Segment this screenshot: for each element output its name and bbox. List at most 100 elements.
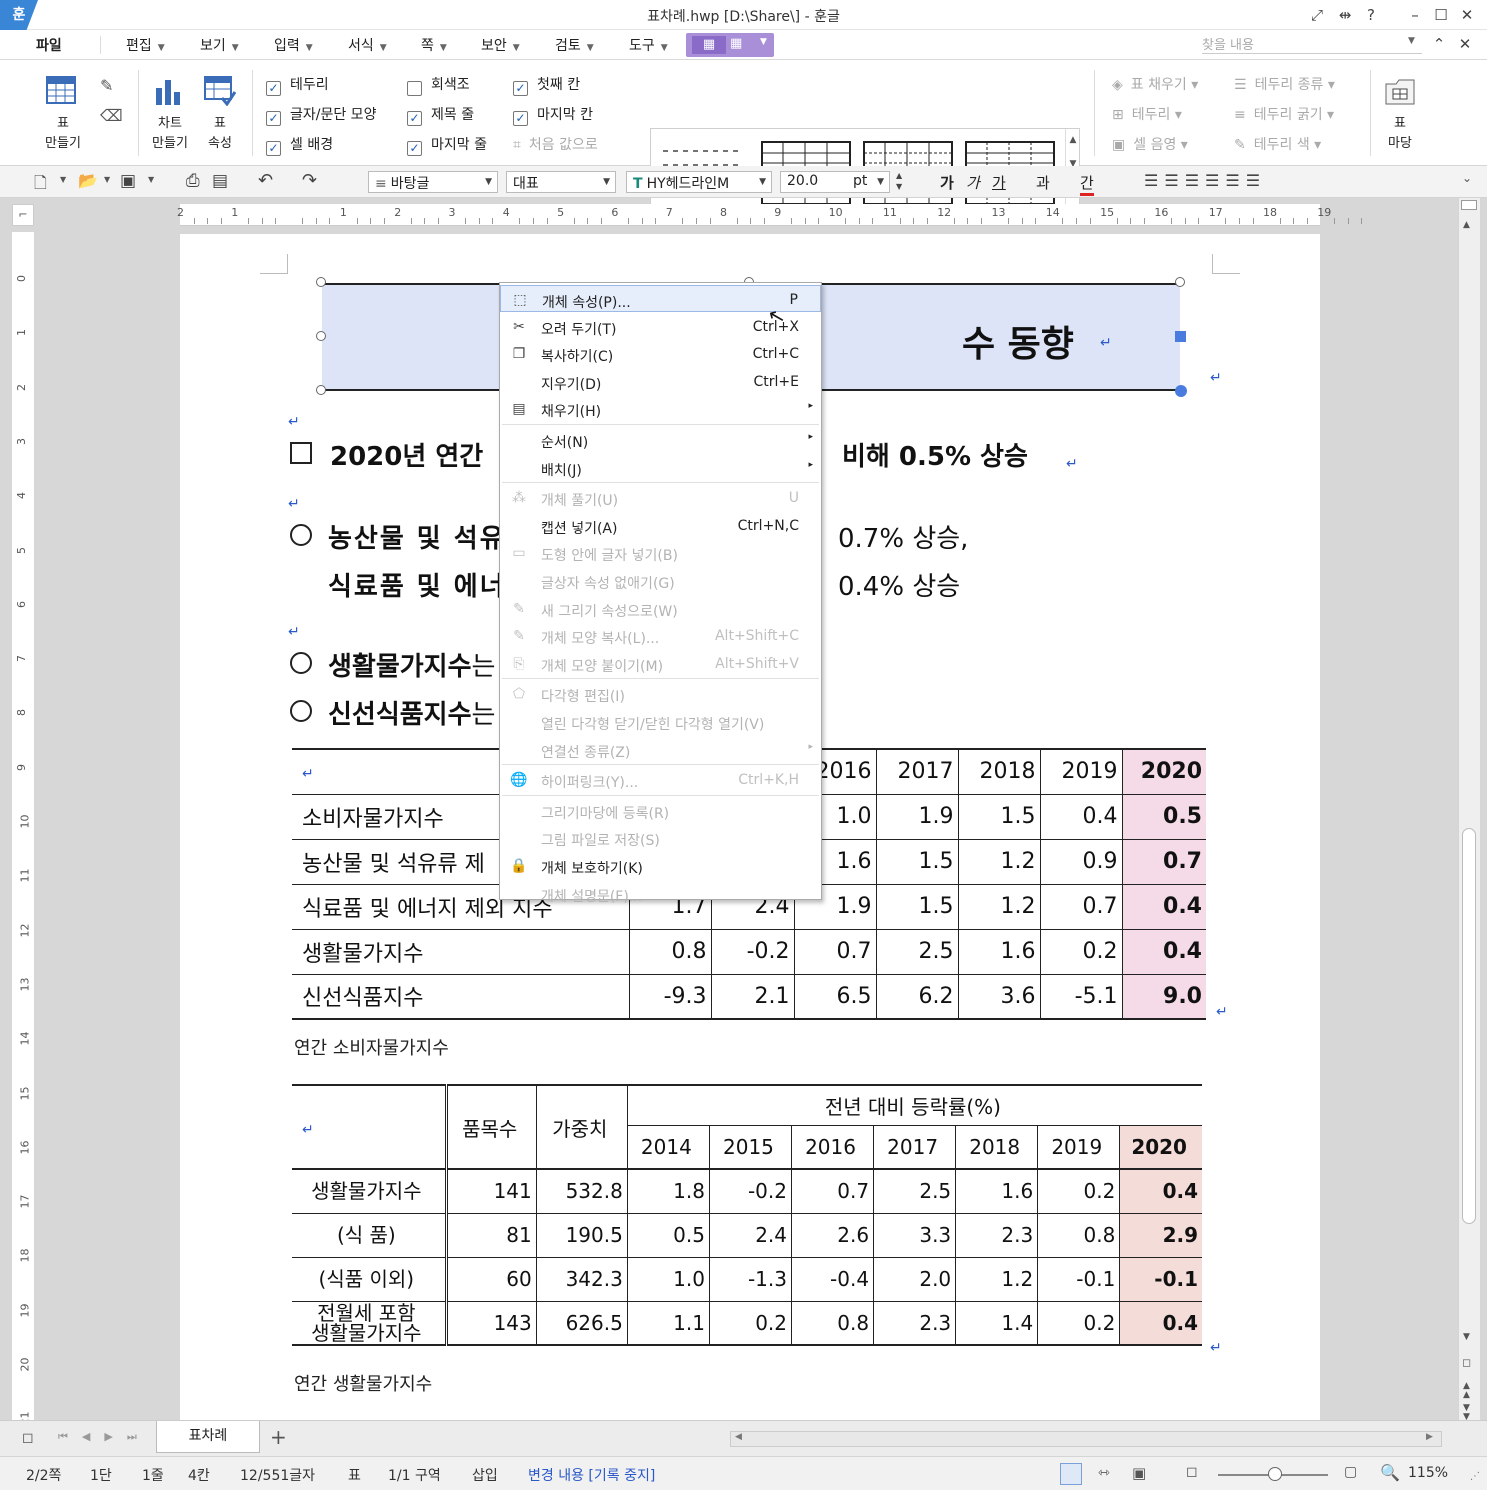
resize-handle[interactable] (316, 277, 326, 287)
menu-file[interactable]: 파일 (36, 35, 62, 55)
toolbar-expand-icon[interactable]: ⌄ (1462, 171, 1472, 185)
menu-security[interactable]: 보안 ▼ (481, 35, 520, 55)
check-last-row[interactable]: ✓ 마지막 줄 (407, 134, 487, 156)
minimize-icon[interactable]: – (1404, 4, 1426, 26)
print-icon[interactable]: ⎙ (186, 171, 200, 191)
chevron-down-icon[interactable]: ▼ (104, 175, 110, 184)
fullscreen-icon[interactable]: ⤢ (1306, 4, 1328, 26)
scroll-down-icon[interactable]: ▼ (1463, 1332, 1470, 1342)
scroll-right-icon[interactable]: ▶ (1426, 1432, 1433, 1442)
resize-handle[interactable] (1175, 277, 1185, 287)
resize-handle[interactable] (1175, 385, 1187, 397)
maximize-icon[interactable]: ☐ (1430, 4, 1452, 26)
check-char-para[interactable]: ✓ 글자/문단 모양 (266, 104, 376, 126)
strike-icon[interactable]: 과 (1036, 172, 1050, 193)
undo-icon[interactable]: ↶ (258, 170, 273, 191)
status-track-changes[interactable]: 변경 내용 [기록 중지] (528, 1465, 655, 1485)
zoom-slider-thumb[interactable] (1268, 1467, 1282, 1481)
scroll-up-icon[interactable]: ▲ (1463, 220, 1470, 230)
fill-table-button[interactable]: ◈ 표 채우기 ▾ (1112, 74, 1198, 94)
check-header-row[interactable]: ✓ 제목 줄 (407, 104, 474, 126)
horizontal-ruler[interactable]: 2 1 1 2 3 4 5 6 7 8 9 10 11 12 13 14 15 16 17 18 19 (177, 204, 1363, 226)
redo-icon[interactable]: ↷ (302, 170, 317, 191)
erase-table-icon[interactable]: ⌫ (100, 106, 123, 125)
tab-nav-icons[interactable]: ⏮◀▶⏭ (58, 1430, 151, 1444)
align-icons[interactable]: ☰☰☰☰☰☰ (1144, 171, 1266, 190)
ribbon-collapse-icon[interactable]: ⌃ (1428, 33, 1450, 55)
check-first-col[interactable]: ✓ 첫째 칸 (513, 74, 580, 96)
scroll-thumb[interactable] (1462, 828, 1476, 1224)
table-design-icon[interactable]: ▦ (692, 36, 726, 54)
language-select[interactable]: 대표 ▼ (506, 171, 616, 193)
check-grayscale[interactable]: ✓회색조 (407, 74, 470, 96)
font-size-input[interactable]: 20.0 pt ▼ (780, 171, 890, 193)
font-color-icon[interactable]: 간 (1080, 172, 1094, 196)
status-zoom[interactable]: 115% (1408, 1465, 1448, 1481)
context-menu-item[interactable]: ❐ 복사하기(C) Ctrl+C (500, 340, 821, 367)
vertical-ruler[interactable]: 0 1 2 3 4 5 6 7 8 9 10 11 12 13 14 15 16 17 18 19 20 21 (12, 232, 34, 1426)
table-row[interactable]: 전월세 포함 생활물가지수 143 626.5 1.1 0.2 0.8 2.3 1.4 0.2 0… (292, 1301, 1202, 1346)
view-fit-icon[interactable]: ⇿ (1098, 1465, 1110, 1481)
living-cpi-table[interactable]: ↵ 품목수 가중치 전년 대비 등락률(%) 2014 2015 2016 2017 2… (292, 1084, 1202, 1346)
check-cell-bg[interactable]: ✓ 셀 배경 (266, 134, 333, 156)
new-doc-icon[interactable]: 🗋 (34, 172, 47, 199)
style-select[interactable]: ≡ 바탕글 ▼ (368, 171, 498, 193)
table-layout-icon[interactable]: ▦ (730, 36, 742, 51)
close-icon[interactable]: ✕ (1456, 4, 1478, 26)
view-page-icon[interactable]: ▣ (1132, 1464, 1146, 1482)
resize-handle[interactable] (316, 331, 326, 341)
scroll-left-icon[interactable]: ◀ (735, 1432, 742, 1442)
zoom-in-icon[interactable]: ▢ (1344, 1464, 1357, 1480)
check-last-col[interactable]: ✓ 마지막 칸 (513, 104, 593, 126)
zoom-out-icon[interactable]: ◻ (1186, 1464, 1198, 1480)
menu-view[interactable]: 보기 ▼ (200, 35, 239, 55)
reset-style-button[interactable]: ⌗ 처음 값으로 (513, 134, 598, 154)
bold-icon[interactable]: 가 (940, 172, 954, 193)
save-icon[interactable]: ▣ (120, 171, 136, 191)
context-menu-item[interactable]: 지우기(D) Ctrl+E (500, 368, 821, 395)
chevron-down-icon[interactable]: ▼ (760, 37, 767, 47)
view-normal-icon[interactable] (1060, 1463, 1082, 1485)
underline-icon[interactable]: 가 (992, 172, 1006, 193)
menu-format[interactable]: 서식 ▼ (348, 35, 387, 55)
context-menu-item[interactable]: 🔒 개체 보호하기(K) (500, 852, 821, 879)
menu-review[interactable]: 검토 ▼ (555, 35, 594, 55)
close-doc-icon[interactable]: ✕ (1454, 33, 1476, 55)
help-icon[interactable]: ? (1360, 4, 1382, 26)
border-color-button[interactable]: ✎ 테두리 색 ▾ (1234, 134, 1321, 154)
chevron-down-icon[interactable]: ▼ (148, 175, 154, 184)
open-folder-icon[interactable]: 📂 (78, 171, 98, 190)
context-menu-item[interactable]: 순서(N) ▸ (500, 426, 821, 453)
page-view-icon[interactable]: ◻ (22, 1430, 34, 1446)
find-input[interactable]: 찾을 내용 (1202, 34, 1422, 54)
border-type-button[interactable]: ☰ 테두리 종류 ▾ (1234, 74, 1335, 94)
make-chart-button[interactable]: 차트 만들기 (144, 114, 196, 154)
context-menu[interactable]: ⬚ 개체 속성(P)... P ✂ 오려 두기(T) Ctrl+X ❐ 복사하기(C) Ctrl… (499, 282, 822, 905)
border-width-button[interactable]: ≡ 테두리 굵기 ▾ (1234, 104, 1334, 124)
magnifier-icon[interactable]: 🔍 (1380, 1463, 1400, 1482)
add-tab-icon[interactable]: + (270, 1425, 287, 1449)
make-table-button[interactable]: 표 만들기 (36, 114, 90, 154)
font-select[interactable]: T HY헤드라인M ▼ (626, 171, 772, 193)
horizontal-scrollbar[interactable]: ◀ ▶ (730, 1431, 1442, 1447)
menu-edit[interactable]: 편집 ▼ (126, 35, 165, 55)
page-icon[interactable]: ◻ (1462, 1356, 1471, 1369)
table-madang-button[interactable]: 표 마당 (1378, 114, 1422, 154)
status-page[interactable]: 2/2쪽 (26, 1465, 61, 1485)
ruler-corner[interactable]: ⌐ (12, 204, 34, 226)
resize-handle[interactable] (316, 385, 326, 395)
resize-icon[interactable]: ⇹ (1334, 4, 1356, 26)
border-button[interactable]: ⊞ 테두리 ▾ (1112, 104, 1182, 124)
preview-icon[interactable]: ▤ (212, 171, 228, 191)
vertical-scrollbar[interactable]: ▲ ▼ ◻ ▲ ▲ ▼ ▼ (1458, 198, 1480, 1422)
italic-icon[interactable]: 가 (966, 172, 980, 193)
resize-handle[interactable] (1175, 331, 1186, 342)
check-border[interactable]: ✓ 테두리 (266, 74, 329, 96)
status-section[interactable]: 1/1 구역 (388, 1465, 441, 1485)
tab-doc[interactable]: 표차례 (156, 1421, 260, 1453)
table-row[interactable]: (식품 이외) 60 342.3 1.0 -1.3 -0.4 2.0 1.2 -0.1 -0.1 (292, 1257, 1202, 1302)
prev-page-icon[interactable]: ▲ ▲ (1463, 1382, 1470, 1400)
size-spinner[interactable]: ▲ ▼ (896, 170, 902, 192)
draw-table-icon[interactable]: ✎ (100, 76, 113, 95)
table-row[interactable]: 생활물가지수 141 532.8 1.8 -0.2 0.7 2.5 1.6 0.2 0.4 (292, 1169, 1202, 1214)
